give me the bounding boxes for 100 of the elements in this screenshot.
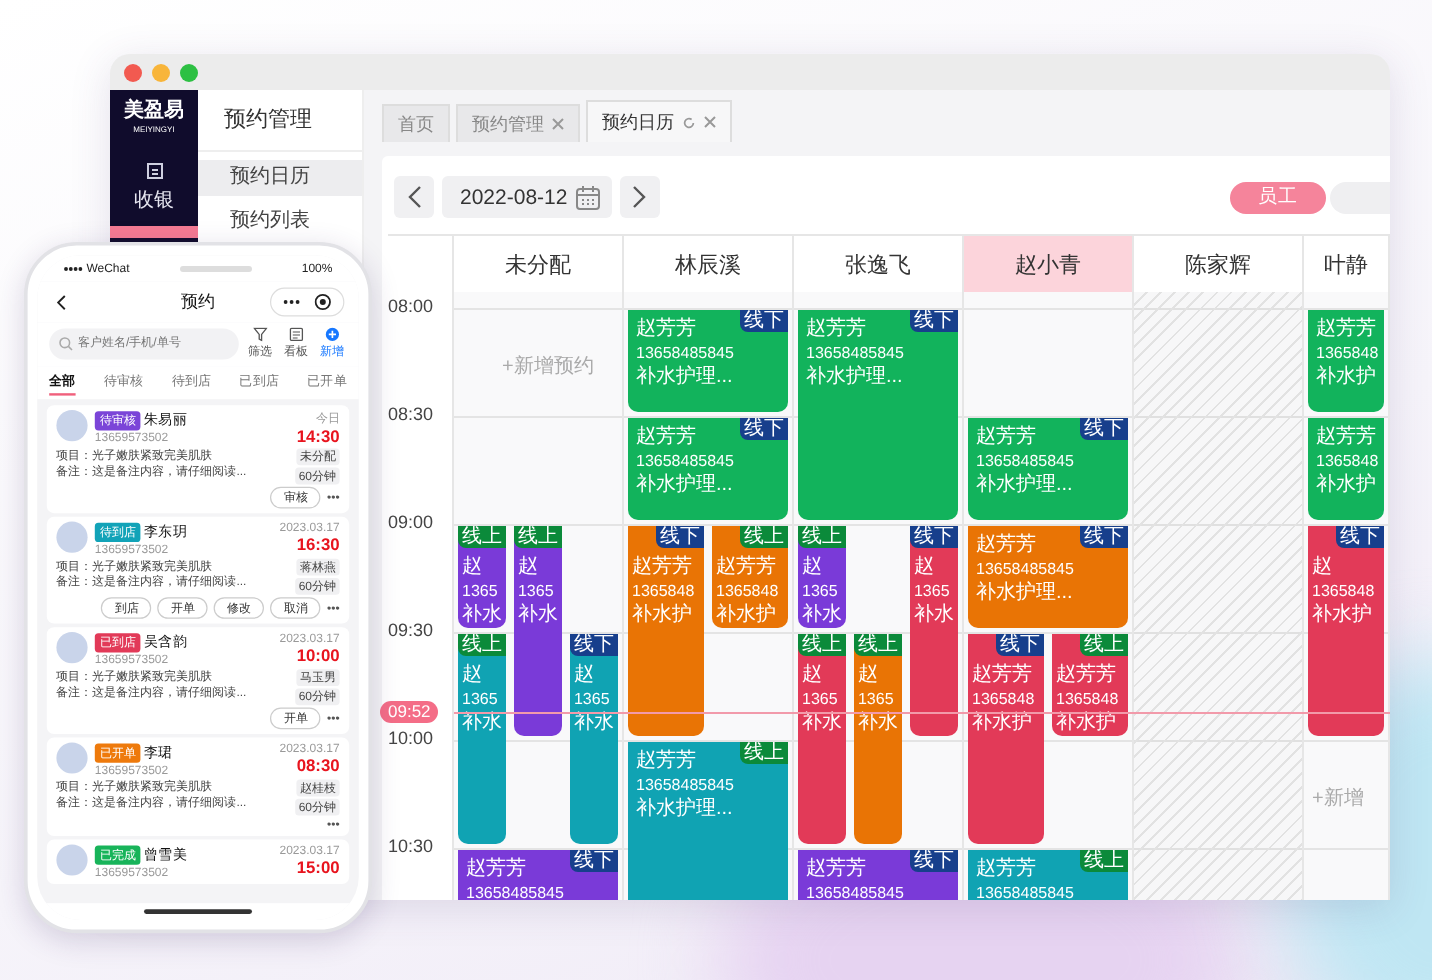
appointment-block[interactable]: 赵芳芳 线上 13658485845 补水护理... [628, 742, 788, 900]
appointment-block[interactable]: 赵芳芳 线下 13658485845 补水护理... [628, 310, 788, 412]
channel-badge: 线下 [996, 634, 1044, 656]
avatar [56, 521, 88, 553]
client-name: 赵 [802, 662, 822, 688]
close-icon[interactable] [704, 116, 716, 128]
client-phone: 13658485845 [976, 882, 1074, 900]
client-name: 赵芳芳 [976, 424, 1036, 450]
channel-badge: 线上 [458, 634, 506, 656]
avatar [56, 632, 88, 664]
client-phone: 1365848 [1316, 342, 1379, 364]
page-tab[interactable]: 预约日历 [586, 100, 732, 142]
client-phone: 1365848 [1056, 688, 1119, 710]
submenu-title: 预约管理 [198, 90, 362, 152]
client-name: 赵芳芳 [806, 856, 866, 882]
phone-speaker [179, 265, 252, 272]
client-name: 赵芳芳 [716, 554, 776, 580]
calendar-icon [575, 185, 600, 209]
appointment-block[interactable]: 赵芳芳 线上 13658485845 [968, 850, 1128, 900]
mini-program-capsule[interactable] [270, 287, 345, 317]
client-phone: 1365848 [632, 580, 695, 602]
sidebar-item[interactable]: 收银 [110, 154, 198, 222]
appointment-block[interactable]: 赵芳芳 线下 13658485845 补水护理... [798, 310, 958, 520]
appointment-block[interactable]: 赵芳芳 线下 13658485845 [798, 850, 958, 900]
appointment-block[interactable]: 赵芳芳 线下 13658485845 补水护理... [968, 526, 1128, 628]
client-name: 赵芳芳 [1056, 662, 1116, 688]
channel-badge: 线下 [740, 310, 788, 332]
appointment-time: 14:30 [296, 426, 340, 446]
staff-column-header[interactable]: 赵小青 [964, 236, 1134, 292]
signal-icon [63, 265, 83, 272]
channel-badge: 线上 [798, 526, 846, 548]
appointment-block[interactable]: 线上 赵 1365 补水 [513, 526, 562, 736]
client-name: 赵 [802, 554, 822, 580]
appointment-block[interactable]: 线下 赵 1365 补水 [909, 526, 958, 736]
submenu-item[interactable]: 预约日历 [198, 160, 362, 196]
client-name: 赵芳芳 [972, 662, 1032, 688]
client-phone: 13658485845 [806, 882, 904, 900]
appointment-block[interactable]: 线上 赵 1365 补水 [798, 526, 846, 628]
client-name: 赵 [857, 662, 878, 688]
minimize-button[interactable] [152, 63, 170, 81]
client-name: 赵芳芳 [806, 316, 866, 342]
appointment-block[interactable]: 线下 赵 1365848 补水护 [1308, 526, 1384, 736]
previous-button[interactable] [394, 176, 434, 218]
time-label: 09:30 [388, 620, 434, 640]
appointment-block[interactable]: 线下 赵芳芳 1365848 补水护 [628, 526, 704, 736]
client-phone: 13658485845 [976, 558, 1074, 580]
chevron-left-icon [407, 186, 421, 208]
filter-icon [253, 327, 268, 342]
service-name: 补水护 [716, 602, 776, 628]
service-name: 补水护 [1312, 602, 1372, 628]
client-name: 赵芳芳 [1316, 316, 1376, 342]
time-label: 09:00 [388, 512, 434, 532]
time-label: 10:00 [388, 728, 434, 748]
appointment-time: 16:30 [296, 534, 340, 554]
channel-badge: 线上 [740, 526, 788, 548]
channel-badge: 线上 [740, 742, 788, 764]
service-name: 补水护理... [636, 364, 733, 390]
submenu-item[interactable]: 预约列表 [198, 204, 362, 240]
appointment-time: 10:00 [296, 645, 340, 665]
client-phone: 13658485845 [466, 882, 564, 900]
back-icon[interactable] [56, 294, 66, 310]
client-name: 赵芳芳 [466, 856, 526, 882]
service-name: 补水护 [632, 602, 692, 628]
client-name: 赵 [913, 554, 934, 580]
channel-badge: 线下 [740, 418, 788, 440]
channel-badge: 线上 [513, 526, 562, 548]
appointment-block[interactable]: 赵芳芳 线下 13658485845 补水护理... [968, 418, 1128, 520]
appointment-block[interactable]: 线上 赵 1365 补水 [458, 526, 506, 628]
service-name: 补水 [913, 602, 954, 628]
home-indicator [144, 909, 252, 914]
client-name: 赵芳芳 [636, 424, 696, 450]
appointment-block[interactable]: 赵芳芳 线下 13658485845 补水护理... [628, 418, 788, 520]
service-name: 补水护理... [976, 472, 1073, 498]
avatar [56, 742, 88, 774]
refresh-icon[interactable] [682, 115, 696, 129]
channel-badge: 线下 [909, 526, 958, 548]
maximize-button[interactable] [180, 63, 198, 81]
client-phone: 13658485845 [636, 450, 734, 472]
client-name: 赵 [462, 662, 482, 688]
channel-badge: 线下 [910, 310, 958, 332]
close-button[interactable] [124, 63, 142, 81]
search-icon [58, 336, 74, 351]
next-button[interactable] [619, 176, 660, 218]
client-phone: 13658485845 [976, 450, 1074, 472]
avatar [56, 410, 88, 442]
page-title: 预约 [181, 291, 215, 313]
target-icon[interactable] [314, 293, 332, 311]
client-name: 赵 [573, 662, 594, 688]
appointment-block[interactable]: 线上 赵芳芳 1365848 补水护 [712, 526, 788, 628]
client-phone: 13658485845 [636, 342, 734, 364]
client-phone: 1365848 [1316, 450, 1379, 472]
service-name: 补水护理... [976, 580, 1073, 606]
appointment-block[interactable]: 赵芳芳 线下 13658485845 [458, 850, 618, 900]
client-phone: 1365 [573, 688, 610, 710]
client-phone: 1365 [517, 580, 554, 602]
close-icon[interactable] [552, 118, 564, 130]
time-label: 08:00 [388, 296, 434, 316]
add-icon [325, 327, 340, 342]
more-icon[interactable] [283, 299, 300, 305]
date-field[interactable]: 2022-08-12 [442, 176, 612, 218]
